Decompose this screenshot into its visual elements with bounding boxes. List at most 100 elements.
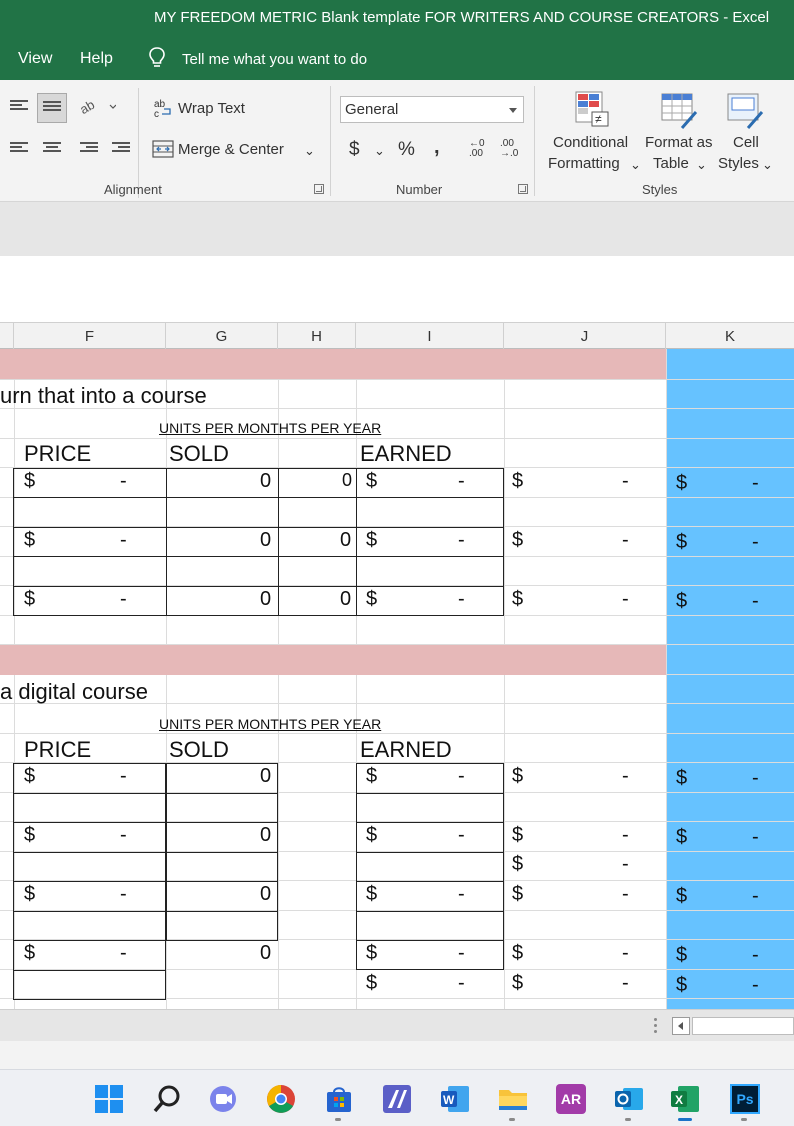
total-dollar[interactable]: $ xyxy=(512,853,523,876)
comma-style-button[interactable]: , xyxy=(434,136,440,159)
k-value[interactable]: - xyxy=(752,590,759,613)
excel-icon[interactable]: X xyxy=(670,1084,700,1114)
sold-value[interactable]: 0 xyxy=(260,824,271,847)
format-as-table-icon[interactable] xyxy=(660,90,698,130)
price-dollar[interactable]: $ xyxy=(24,470,35,493)
earned-value[interactable]: - xyxy=(458,765,465,788)
price-value[interactable]: - xyxy=(120,529,127,552)
price-dollar[interactable]: $ xyxy=(24,765,35,788)
scroll-left-button[interactable] xyxy=(672,1017,690,1035)
total-value[interactable]: - xyxy=(622,588,629,611)
earned-value[interactable]: - xyxy=(458,529,465,552)
sold-value[interactable]: 0 xyxy=(260,883,271,906)
price-dollar[interactable]: $ xyxy=(24,942,35,965)
k-value[interactable]: - xyxy=(752,885,759,908)
price-value[interactable]: - xyxy=(120,942,127,965)
total-dollar[interactable]: $ xyxy=(512,588,523,611)
earned-dollar[interactable]: $ xyxy=(366,529,377,552)
format-as-table-chevron-icon[interactable]: ⌄ xyxy=(696,157,707,173)
horizontal-scrollbar[interactable] xyxy=(692,1017,794,1035)
earned-value[interactable]: - xyxy=(458,824,465,847)
k-dollar[interactable]: $ xyxy=(676,531,687,554)
merge-dropdown-chevron-icon[interactable]: ⌄ xyxy=(304,143,315,159)
price-value[interactable]: - xyxy=(120,765,127,788)
wrap-text-button[interactable]: Wrap Text xyxy=(178,100,245,117)
earned-value[interactable]: - xyxy=(458,470,465,493)
photoshop-icon[interactable]: Ps xyxy=(730,1084,760,1114)
units-value[interactable]: 0 xyxy=(342,470,352,491)
k-dollar[interactable]: $ xyxy=(676,885,687,908)
k-value[interactable]: - xyxy=(752,944,759,967)
price-value[interactable]: - xyxy=(120,588,127,611)
price-dollar[interactable]: $ xyxy=(24,529,35,552)
chrome-icon[interactable] xyxy=(266,1084,296,1114)
earned-value[interactable]: - xyxy=(458,972,465,995)
format-as-table-label-2[interactable]: Table xyxy=(653,155,689,172)
ar-app-icon[interactable]: AR xyxy=(556,1084,586,1114)
total-value[interactable]: - xyxy=(622,765,629,788)
total-dollar[interactable]: $ xyxy=(512,883,523,906)
sold-value[interactable]: 0 xyxy=(260,765,271,788)
k-dollar[interactable]: $ xyxy=(676,472,687,495)
currency-dropdown-chevron-icon[interactable]: ⌄ xyxy=(374,143,385,159)
format-as-table-label-1[interactable]: Format as xyxy=(645,134,713,151)
k-value[interactable]: - xyxy=(752,974,759,997)
price-dollar[interactable]: $ xyxy=(24,883,35,906)
k-dollar[interactable]: $ xyxy=(676,944,687,967)
earned-dollar[interactable]: $ xyxy=(366,824,377,847)
editor-icon[interactable] xyxy=(382,1084,412,1114)
column-header-g[interactable]: G xyxy=(166,323,278,349)
total-value[interactable]: - xyxy=(622,883,629,906)
merge-center-icon[interactable] xyxy=(152,139,174,159)
merge-center-button[interactable]: Merge & Center xyxy=(178,141,284,158)
sold-value[interactable]: 0 xyxy=(260,942,271,965)
conditional-formatting-chevron-icon[interactable]: ⌄ xyxy=(630,157,641,173)
earned-dollar[interactable]: $ xyxy=(366,765,377,788)
column-header-partial[interactable] xyxy=(0,323,14,349)
split-handle-icon[interactable] xyxy=(654,1018,657,1034)
total-dollar[interactable]: $ xyxy=(512,529,523,552)
k-value[interactable]: - xyxy=(752,531,759,554)
k-value[interactable]: - xyxy=(752,826,759,849)
search-icon[interactable] xyxy=(152,1084,182,1114)
k-value[interactable]: - xyxy=(752,767,759,790)
tell-me-search[interactable]: Tell me what you want to do xyxy=(182,51,367,68)
cell-styles-icon[interactable] xyxy=(726,90,764,130)
increase-indent-icon[interactable] xyxy=(112,142,130,156)
cell-styles-label-1[interactable]: Cell xyxy=(733,134,759,151)
lightbulb-icon[interactable] xyxy=(148,46,166,70)
spreadsheet-grid[interactable]: urn that into a course UNITS PER MONTHTS … xyxy=(0,349,794,1009)
units-value[interactable]: 0 xyxy=(340,529,351,552)
earned-value[interactable]: - xyxy=(458,942,465,965)
windows-start-icon[interactable] xyxy=(94,1084,124,1114)
menu-view[interactable]: View xyxy=(18,50,52,68)
teams-icon[interactable] xyxy=(208,1084,238,1114)
total-dollar[interactable]: $ xyxy=(512,824,523,847)
percent-style-button[interactable]: % xyxy=(398,139,415,161)
cell-styles-label-2[interactable]: Styles xyxy=(718,155,759,172)
price-value[interactable]: - xyxy=(120,470,127,493)
store-icon[interactable] xyxy=(324,1084,354,1114)
total-value[interactable]: - xyxy=(622,470,629,493)
wrap-text-icon[interactable]: ab c xyxy=(154,98,174,118)
decrease-indent-icon[interactable] xyxy=(80,142,98,156)
earned-dollar[interactable]: $ xyxy=(366,942,377,965)
earned-dollar[interactable]: $ xyxy=(366,972,377,995)
price-dollar[interactable]: $ xyxy=(24,588,35,611)
total-value[interactable]: - xyxy=(622,824,629,847)
decrease-decimal-button[interactable]: .00 →.0 xyxy=(500,139,524,161)
column-header-i[interactable]: I xyxy=(356,323,504,349)
sold-value[interactable]: 0 xyxy=(260,470,271,493)
earned-value[interactable]: - xyxy=(458,588,465,611)
units-value[interactable]: 0 xyxy=(340,588,351,611)
increase-decimal-button[interactable]: ←0 .00 xyxy=(469,139,491,161)
total-value[interactable]: - xyxy=(622,853,629,876)
sold-value[interactable]: 0 xyxy=(260,588,271,611)
k-dollar[interactable]: $ xyxy=(676,767,687,790)
align-left-icon[interactable] xyxy=(10,142,28,156)
price-dollar[interactable]: $ xyxy=(24,824,35,847)
k-dollar[interactable]: $ xyxy=(676,590,687,613)
earned-dollar[interactable]: $ xyxy=(366,588,377,611)
total-value[interactable]: - xyxy=(622,972,629,995)
word-icon[interactable]: W xyxy=(440,1084,470,1114)
